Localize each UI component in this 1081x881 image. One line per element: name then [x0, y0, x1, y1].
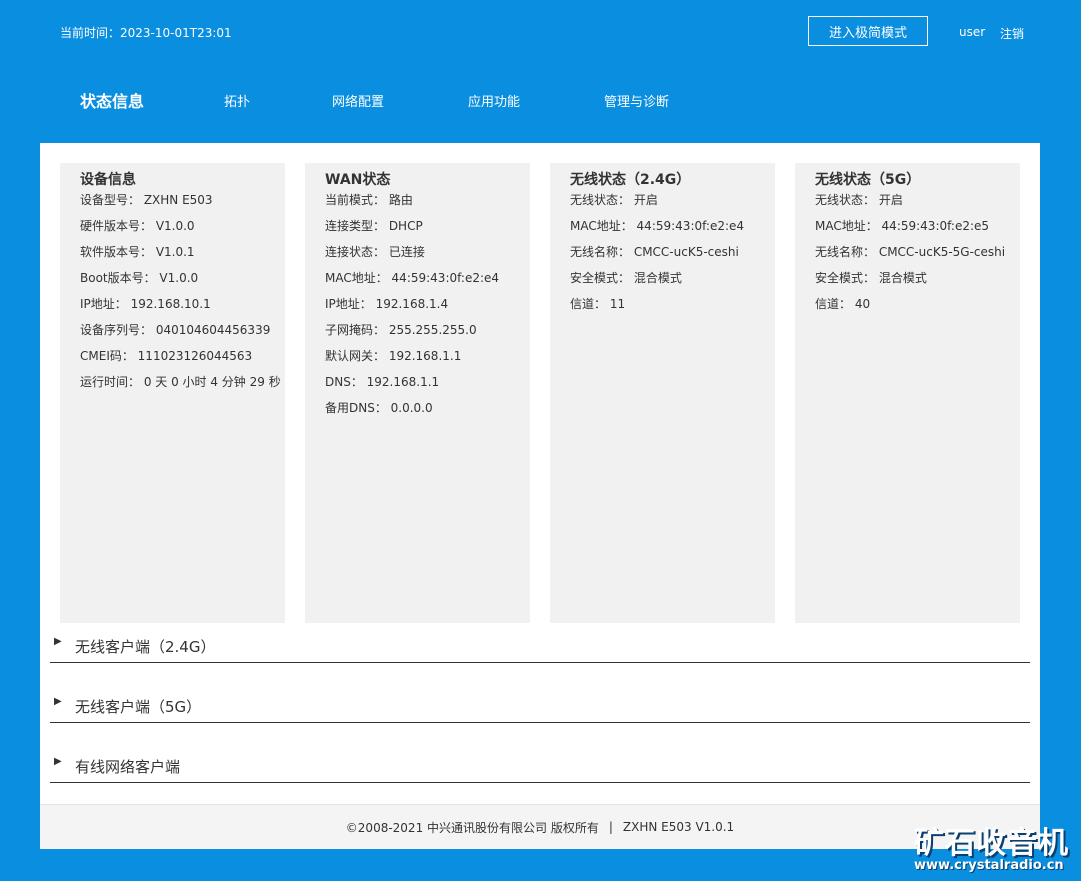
device-info-card: 设备信息 设备型号： ZXHN E503 硬件版本号： V1.0.0 软件版本号… — [60, 163, 285, 623]
info-row: 默认网关： 192.168.1.1 — [325, 349, 462, 363]
info-row: 连接状态： 已连接 — [325, 245, 425, 259]
card-title: 设备信息 — [80, 172, 136, 188]
wireless-24g-card: 无线状态（2.4G） 无线状态： 开启 MAC地址： 44:59:43:0f:e… — [550, 163, 775, 623]
main-nav: 状态信息 拓扑 网络配置 应用功能 管理与诊断 — [0, 82, 1081, 122]
info-row: 当前模式： 路由 — [325, 193, 413, 207]
nav-network-config[interactable]: 网络配置 — [332, 91, 384, 110]
card-title: 无线状态（2.4G） — [570, 172, 691, 188]
top-bar: 当前时间：2023-10-01T23:01 进入极简模式 user 注销 — [0, 0, 1081, 64]
triangle-right-icon: ▶ — [54, 636, 62, 647]
nav-topology[interactable]: 拓扑 — [224, 91, 250, 110]
info-row: CMEI码： 111023126044563 — [80, 349, 253, 363]
accordion-label: 无线客户端（5G） — [75, 698, 202, 716]
info-row: Boot版本号： V1.0.0 — [80, 271, 199, 285]
nav-management-diagnostics[interactable]: 管理与诊断 — [604, 91, 669, 110]
triangle-right-icon: ▶ — [54, 756, 62, 767]
info-row: 设备型号： ZXHN E503 — [80, 193, 213, 207]
info-row: 无线状态： 开启 — [815, 193, 903, 207]
content-panel: 设备信息 设备型号： ZXHN E503 硬件版本号： V1.0.0 软件版本号… — [40, 143, 1040, 849]
copyright-text: ©2008-2021 中兴通讯股份有限公司 版权所有 — [345, 820, 599, 835]
triangle-right-icon: ▶ — [54, 696, 62, 707]
wireless-5g-card: 无线状态（5G） 无线状态： 开启 MAC地址： 44:59:43:0f:e2:… — [795, 163, 1020, 623]
current-time: 当前时间：2023-10-01T23:01 — [60, 26, 232, 40]
info-row: 硬件版本号： V1.0.0 — [80, 219, 195, 233]
card-title: 无线状态（5G） — [815, 172, 921, 188]
nav-status-info[interactable]: 状态信息 — [80, 88, 144, 112]
info-row: 信道： 40 — [815, 297, 871, 311]
watermark-url: www.crystalradio.cn — [914, 858, 1064, 873]
info-row: 备用DNS： 0.0.0.0 — [325, 401, 433, 415]
wan-status-card: WAN状态 当前模式： 路由 连接类型： DHCP 连接状态： 已连接 MAC地… — [305, 163, 530, 623]
footer: ©2008-2021 中兴通讯股份有限公司 版权所有 | ZXHN E503 V… — [40, 804, 1040, 849]
accordion-label: 有线网络客户端 — [75, 758, 181, 776]
info-row: 信道： 11 — [570, 297, 626, 311]
watermark-logo: 矿石收音机 www.crystalradio.cn — [914, 818, 1074, 878]
model-version: ZXHN E503 V1.0.1 — [622, 820, 735, 834]
info-row: 连接类型： DHCP — [325, 219, 423, 233]
info-row: MAC地址： 44:59:43:0f:e2:e4 — [325, 271, 500, 285]
footer-separator: | — [608, 820, 613, 834]
wired-clients-toggle[interactable]: ▶ 有线网络客户端 — [50, 746, 1030, 783]
wireless-clients-24g-toggle[interactable]: ▶ 无线客户端（2.4G） — [50, 626, 1030, 663]
info-row: 无线状态： 开启 — [570, 193, 658, 207]
simple-mode-button[interactable]: 进入极简模式 — [808, 16, 928, 46]
info-row: 子网掩码： 255.255.255.0 — [325, 323, 477, 337]
info-row: MAC地址： 44:59:43:0f:e2:e5 — [815, 219, 990, 233]
info-row: 运行时间： 0 天 0 小时 4 分钟 29 秒 — [80, 375, 281, 389]
info-row: 无线名称： CMCC-ucK5-ceshi — [570, 245, 739, 259]
info-row: IP地址： 192.168.10.1 — [80, 297, 211, 311]
info-row: DNS： 192.168.1.1 — [325, 375, 440, 389]
card-title: WAN状态 — [325, 172, 391, 188]
info-row: MAC地址： 44:59:43:0f:e2:e4 — [570, 219, 745, 233]
info-row: 安全模式： 混合模式 — [815, 271, 927, 285]
wireless-clients-5g-toggle[interactable]: ▶ 无线客户端（5G） — [50, 686, 1030, 723]
info-row: 安全模式： 混合模式 — [570, 271, 682, 285]
username: user — [959, 25, 986, 39]
logout-link[interactable]: 注销 — [1000, 25, 1024, 42]
accordion-label: 无线客户端（2.4G） — [75, 638, 216, 656]
info-row: 无线名称： CMCC-ucK5-5G-ceshi — [815, 245, 1006, 259]
info-row: 设备序列号： 040104604456339 — [80, 323, 271, 337]
info-row: 软件版本号： V1.0.1 — [80, 245, 195, 259]
watermark-title: 矿石收音机 — [914, 826, 1069, 861]
nav-applications[interactable]: 应用功能 — [468, 91, 520, 110]
info-row: IP地址： 192.168.1.4 — [325, 297, 449, 311]
